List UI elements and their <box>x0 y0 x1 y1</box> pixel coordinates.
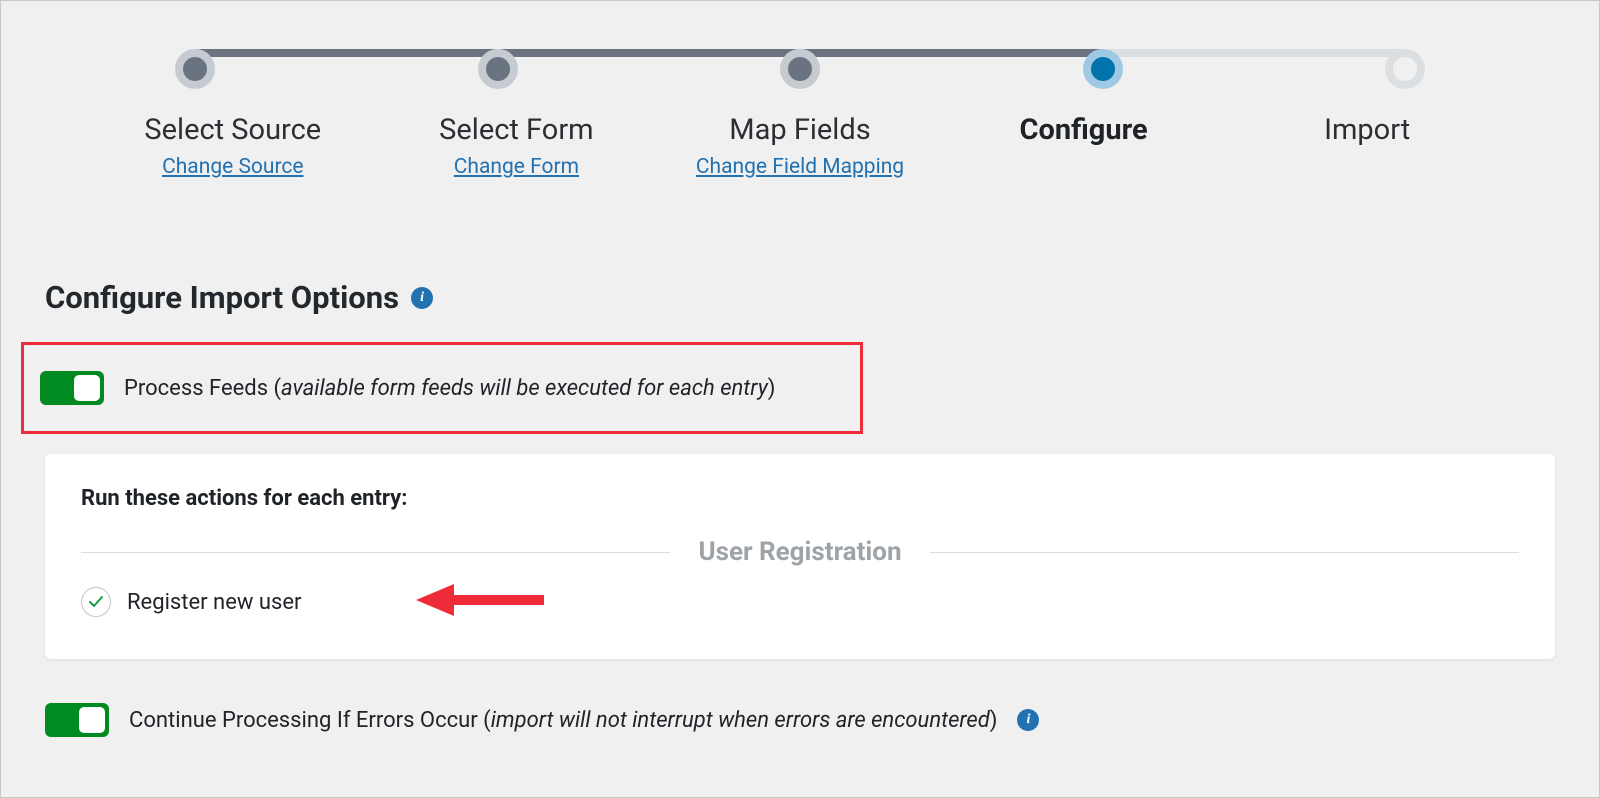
feed-group-divider: User Registration <box>81 537 1519 567</box>
step-title: Map Fields <box>658 113 942 147</box>
step-node-5 <box>1385 49 1425 89</box>
info-icon[interactable]: i <box>1017 709 1039 731</box>
step-link-change-form[interactable]: Change Form <box>454 155 579 179</box>
continue-on-error-row: Continue Processing If Errors Occur (imp… <box>45 703 1555 737</box>
stepper-labels: Select Source Change Source Select Form … <box>91 113 1509 179</box>
step-node-3[interactable] <box>780 49 820 89</box>
step-1: Select Source Change Source <box>91 113 375 179</box>
step-node-2[interactable] <box>478 49 518 89</box>
toggle-knob <box>79 707 105 733</box>
heading-text: Configure Import Options <box>45 279 399 316</box>
step-title: Configure <box>942 113 1226 147</box>
hint-close: ) <box>768 376 776 401</box>
step-4: Configure <box>942 113 1226 179</box>
info-icon[interactable]: i <box>411 287 433 309</box>
step-link-change-mapping[interactable]: Change Field Mapping <box>696 155 904 179</box>
feed-item-row: Register new user <box>81 587 1519 617</box>
configure-section: Configure Import Options i Process Feeds… <box>1 279 1599 737</box>
toggle-process-feeds[interactable] <box>40 371 104 405</box>
hint-close: ) <box>990 708 998 733</box>
step-title: Select Form <box>375 113 659 147</box>
stepper-line <box>195 49 1405 89</box>
label-text: Continue Processing If Errors Occur <box>129 708 478 733</box>
hint-open: ( <box>274 376 282 401</box>
feeds-card: Run these actions for each entry: User R… <box>45 454 1555 659</box>
step-title: Import <box>1225 113 1509 147</box>
feed-item-label: Register new user <box>127 590 301 615</box>
hint-text: import will not interrupt when errors ar… <box>491 708 990 733</box>
page-frame: Select Source Change Source Select Form … <box>0 0 1600 798</box>
step-title: Select Source <box>91 113 375 147</box>
hint-open: ( <box>483 708 491 733</box>
toggle-continue-on-error[interactable] <box>45 703 109 737</box>
feed-group-name: User Registration <box>684 537 915 567</box>
annotation-arrow-icon <box>416 580 544 624</box>
step-node-4[interactable] <box>1083 49 1123 89</box>
card-title: Run these actions for each entry: <box>81 486 1519 511</box>
step-2: Select Form Change Form <box>375 113 659 179</box>
toggle-knob <box>74 375 100 401</box>
process-feeds-label: Process Feeds (available form feeds will… <box>124 376 775 401</box>
feed-item-checkbox[interactable] <box>81 587 111 617</box>
section-heading: Configure Import Options i <box>45 279 1555 316</box>
step-5: Import <box>1225 113 1509 179</box>
step-node-1[interactable] <box>175 49 215 89</box>
process-feeds-row: Process Feeds (available form feeds will… <box>21 342 863 434</box>
hint-text: available form feeds will be executed fo… <box>281 376 768 401</box>
step-3: Map Fields Change Field Mapping <box>658 113 942 179</box>
continue-label: Continue Processing If Errors Occur (imp… <box>129 708 997 733</box>
check-icon <box>88 594 104 610</box>
stepper: Select Source Change Source Select Form … <box>1 1 1599 219</box>
label-text: Process Feeds <box>124 376 268 401</box>
step-link-change-source[interactable]: Change Source <box>162 155 303 179</box>
